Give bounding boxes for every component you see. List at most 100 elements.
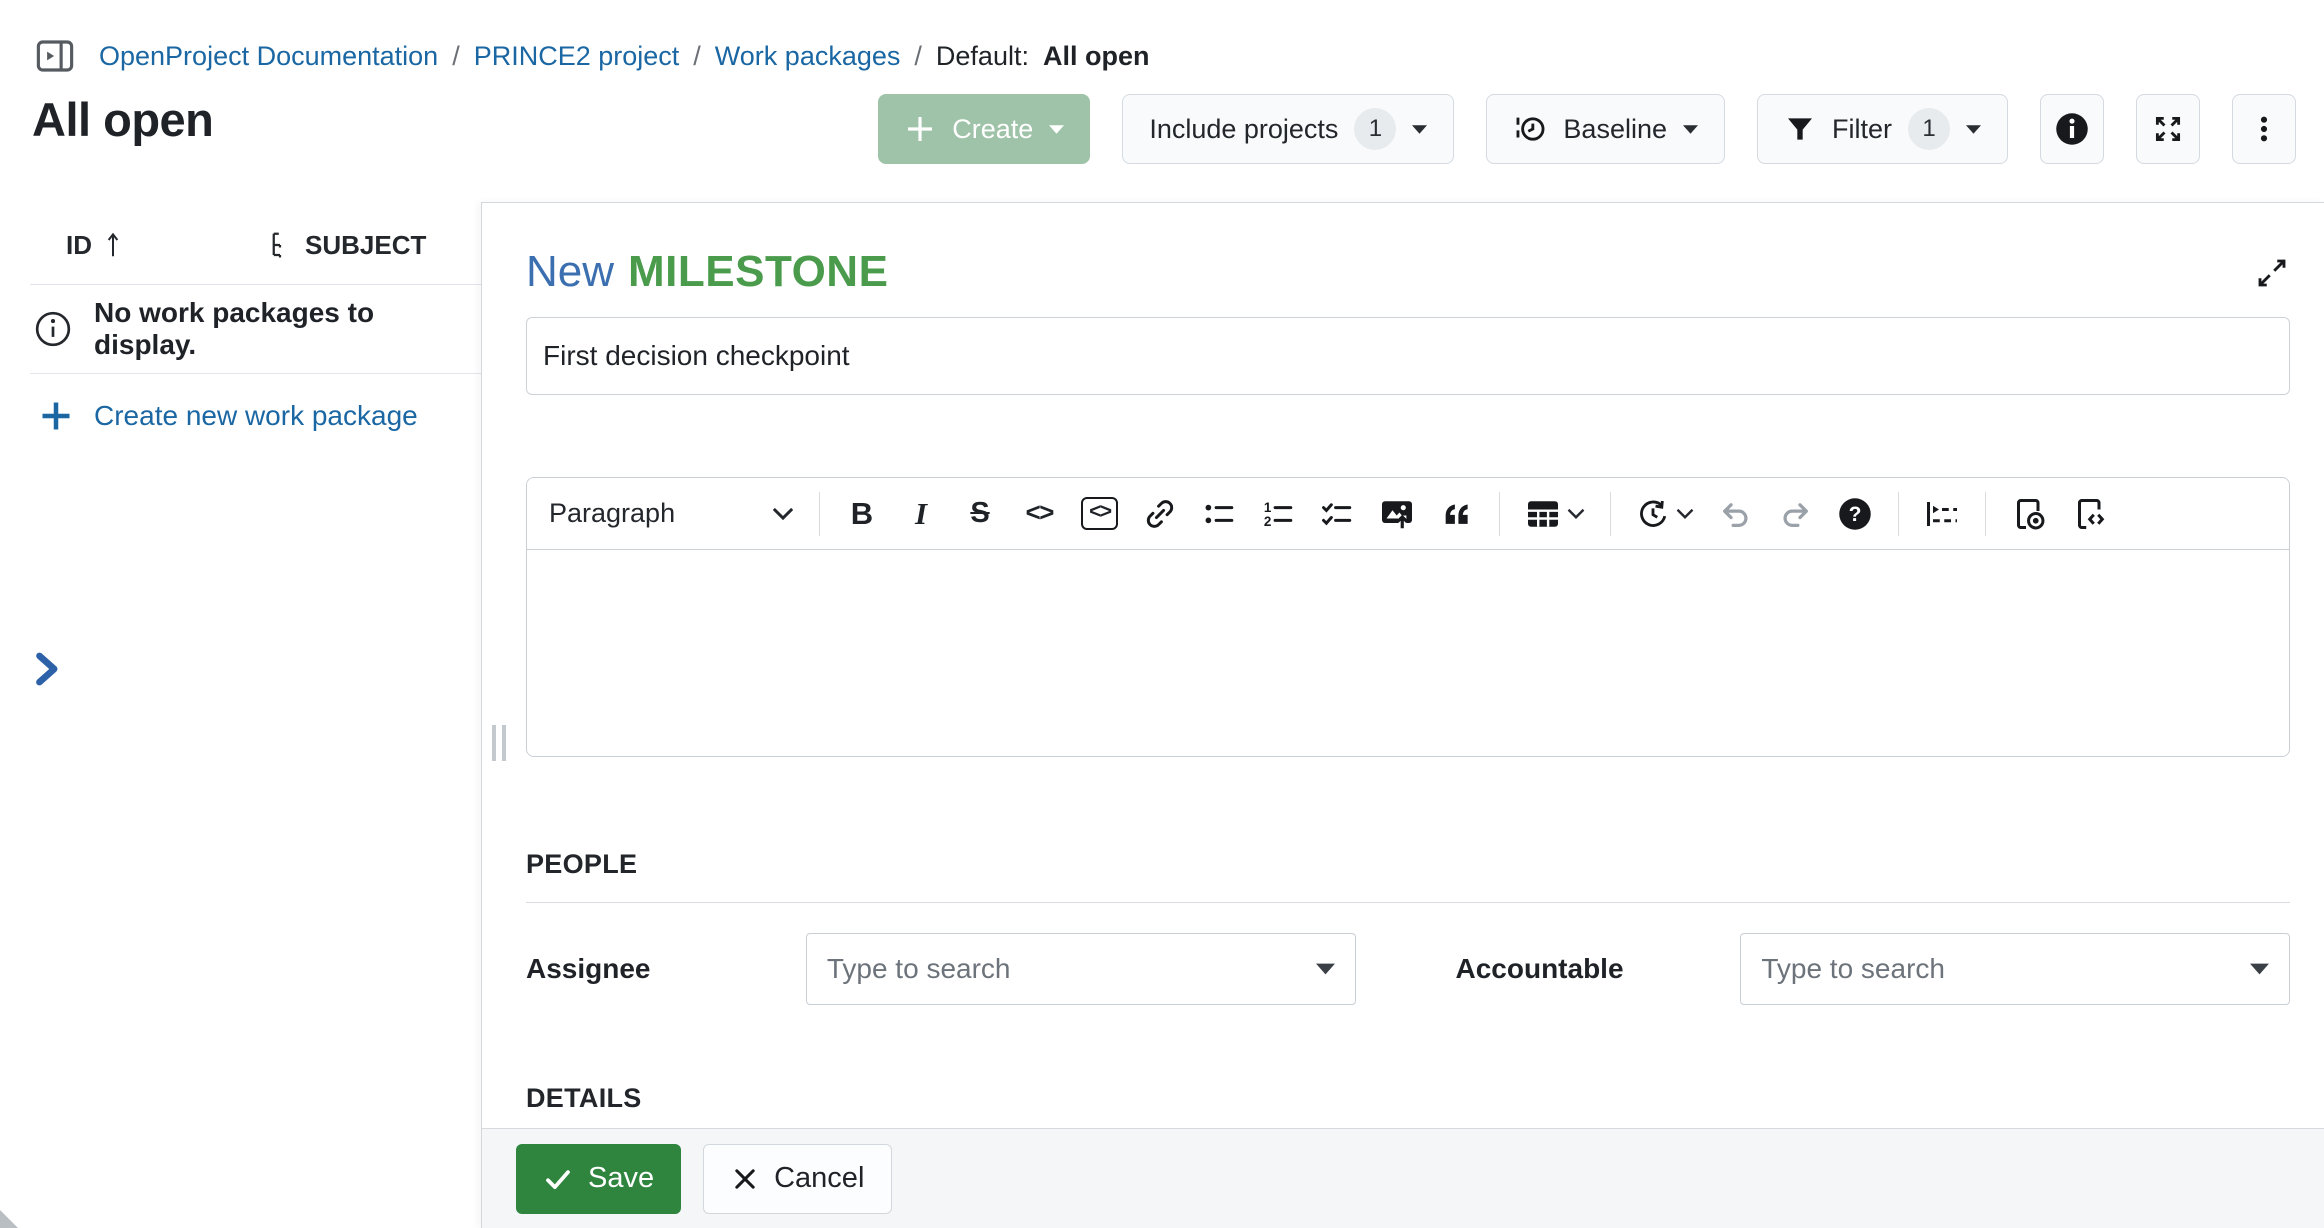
svg-text:2: 2 — [1264, 514, 1271, 529]
id-column-label: ID — [66, 230, 92, 261]
cancel-button[interactable]: Cancel — [703, 1144, 892, 1214]
create-link-label: Create new work package — [94, 400, 418, 432]
page-title: All open — [32, 92, 213, 147]
subject-column-label: SUBJECT — [305, 230, 426, 261]
block-quote-button[interactable] — [1440, 491, 1474, 537]
create-button-label: Create — [952, 114, 1033, 145]
open-sidebar-handle[interactable] — [26, 646, 66, 692]
help-button[interactable]: ? — [1837, 491, 1873, 537]
include-projects-badge: 1 — [1354, 108, 1396, 150]
breadcrumb-link-project[interactable]: PRINCE2 project — [474, 41, 680, 72]
heading-prefix: New — [526, 247, 614, 297]
save-button-label: Save — [588, 1162, 654, 1195]
macros-button[interactable] — [1924, 491, 1960, 537]
include-projects-label: Include projects — [1149, 114, 1338, 145]
accountable-label: Accountable — [1456, 953, 1741, 985]
inline-code-button[interactable]: <> — [1022, 491, 1056, 537]
filter-button[interactable]: Filter 1 — [1757, 94, 2008, 164]
filter-funnel-icon — [1784, 113, 1816, 145]
info-icon — [2054, 111, 2090, 147]
section-heading-people: PEOPLE — [526, 849, 2290, 880]
svg-text:?: ? — [1849, 503, 1862, 526]
top-toolbar: Create Include projects 1 Baseline — [878, 94, 2296, 164]
kebab-menu-icon — [2248, 113, 2280, 145]
info-button[interactable] — [2040, 94, 2104, 164]
openproject-work-packages-page: OpenProject Documentation / PRINCE2 proj… — [0, 0, 2324, 1228]
info-circle-icon — [34, 310, 72, 348]
table-divider — [30, 373, 481, 374]
people-fields-row: Assignee Type to search Accountable Type… — [526, 933, 2290, 1005]
subject-input[interactable] — [526, 317, 2290, 395]
create-button[interactable]: Create — [878, 94, 1090, 164]
fullscreen-icon — [2151, 112, 2185, 146]
plus-icon — [38, 398, 74, 434]
resize-corner — [0, 1210, 18, 1228]
column-header-subject[interactable]: SUBJECT — [267, 230, 426, 261]
sidebar-collapse-button[interactable] — [33, 34, 77, 78]
breadcrumb-current-prefix: Default: — [936, 41, 1029, 72]
markdown-source-button[interactable] — [2072, 491, 2108, 537]
description-editor-content[interactable] — [527, 550, 2289, 756]
work-package-type[interactable]: MILESTONE — [628, 247, 888, 297]
more-options-button[interactable] — [2232, 94, 2296, 164]
toolbar-divider — [1898, 492, 1899, 536]
italic-button[interactable]: I — [904, 491, 938, 537]
select-caret-icon — [2250, 963, 2269, 975]
breadcrumb-separator: / — [914, 41, 922, 72]
create-new-work-package-link[interactable]: Create new work package — [30, 398, 481, 434]
editor-toolbar: Paragraph B I S <> <> — [527, 478, 2289, 550]
assignee-placeholder: Type to search — [827, 953, 1011, 985]
toolbar-divider — [1610, 492, 1611, 536]
breadcrumb-link-documentation[interactable]: OpenProject Documentation — [99, 41, 438, 72]
expand-diagonal-icon — [2254, 255, 2290, 291]
section-heading-details: DETAILS — [526, 1083, 2290, 1114]
revision-history-button[interactable] — [1636, 491, 1694, 537]
cancel-button-label: Cancel — [774, 1162, 864, 1195]
insert-table-button[interactable] — [1525, 491, 1585, 537]
baseline-button[interactable]: Baseline — [1486, 94, 1725, 164]
form-footer: Save Cancel — [482, 1128, 2324, 1228]
accountable-placeholder: Type to search — [1761, 953, 1945, 985]
preview-button[interactable] — [2011, 491, 2047, 537]
baseline-label: Baseline — [1563, 114, 1667, 145]
filter-label: Filter — [1832, 114, 1892, 145]
plus-icon — [904, 113, 936, 145]
bulleted-list-button[interactable] — [1202, 491, 1236, 537]
strikethrough-button[interactable]: S — [963, 491, 997, 537]
toolbar-divider — [1985, 492, 1986, 536]
chevron-down-icon — [1049, 125, 1064, 134]
assignee-label: Assignee — [526, 953, 806, 985]
check-icon — [543, 1164, 573, 1194]
panel-body: New MILESTONE Paragraph — [482, 203, 2324, 1128]
select-caret-icon — [1316, 963, 1335, 975]
breadcrumb-link-work-packages[interactable]: Work packages — [715, 41, 901, 72]
fullscreen-button[interactable] — [2136, 94, 2200, 164]
paragraph-format-dropdown[interactable]: Paragraph — [549, 498, 794, 529]
chevron-down-icon — [1412, 125, 1427, 134]
table-header-row: ID SUBJECT — [30, 206, 481, 284]
baseline-icon — [1513, 112, 1547, 146]
work-package-table: ID SUBJECT — [30, 206, 481, 434]
include-projects-button[interactable]: Include projects 1 — [1122, 94, 1454, 164]
breadcrumb: OpenProject Documentation / PRINCE2 proj… — [33, 34, 1149, 78]
filter-badge: 1 — [1908, 108, 1950, 150]
close-icon — [731, 1165, 759, 1193]
redo-button[interactable] — [1778, 491, 1812, 537]
undo-button[interactable] — [1719, 491, 1753, 537]
numbered-list-button[interactable]: 1 2 — [1261, 491, 1295, 537]
expand-panel-button[interactable] — [2252, 253, 2292, 293]
code-block-button[interactable]: <> — [1081, 497, 1118, 530]
paragraph-format-label: Paragraph — [549, 498, 675, 529]
todo-list-button[interactable] — [1320, 491, 1354, 537]
chevron-down-icon — [1966, 125, 1981, 134]
chevron-right-icon — [26, 646, 66, 692]
new-work-package-panel: New MILESTONE Paragraph — [481, 202, 2324, 1228]
insert-link-button[interactable] — [1143, 491, 1177, 537]
save-button[interactable]: Save — [516, 1144, 681, 1214]
assignee-select[interactable]: Type to search — [806, 933, 1356, 1005]
breadcrumb-separator: / — [693, 41, 701, 72]
column-header-id[interactable]: ID — [30, 230, 124, 261]
insert-image-button[interactable] — [1379, 491, 1415, 537]
accountable-select[interactable]: Type to search — [1740, 933, 2290, 1005]
bold-button[interactable]: B — [845, 491, 879, 537]
